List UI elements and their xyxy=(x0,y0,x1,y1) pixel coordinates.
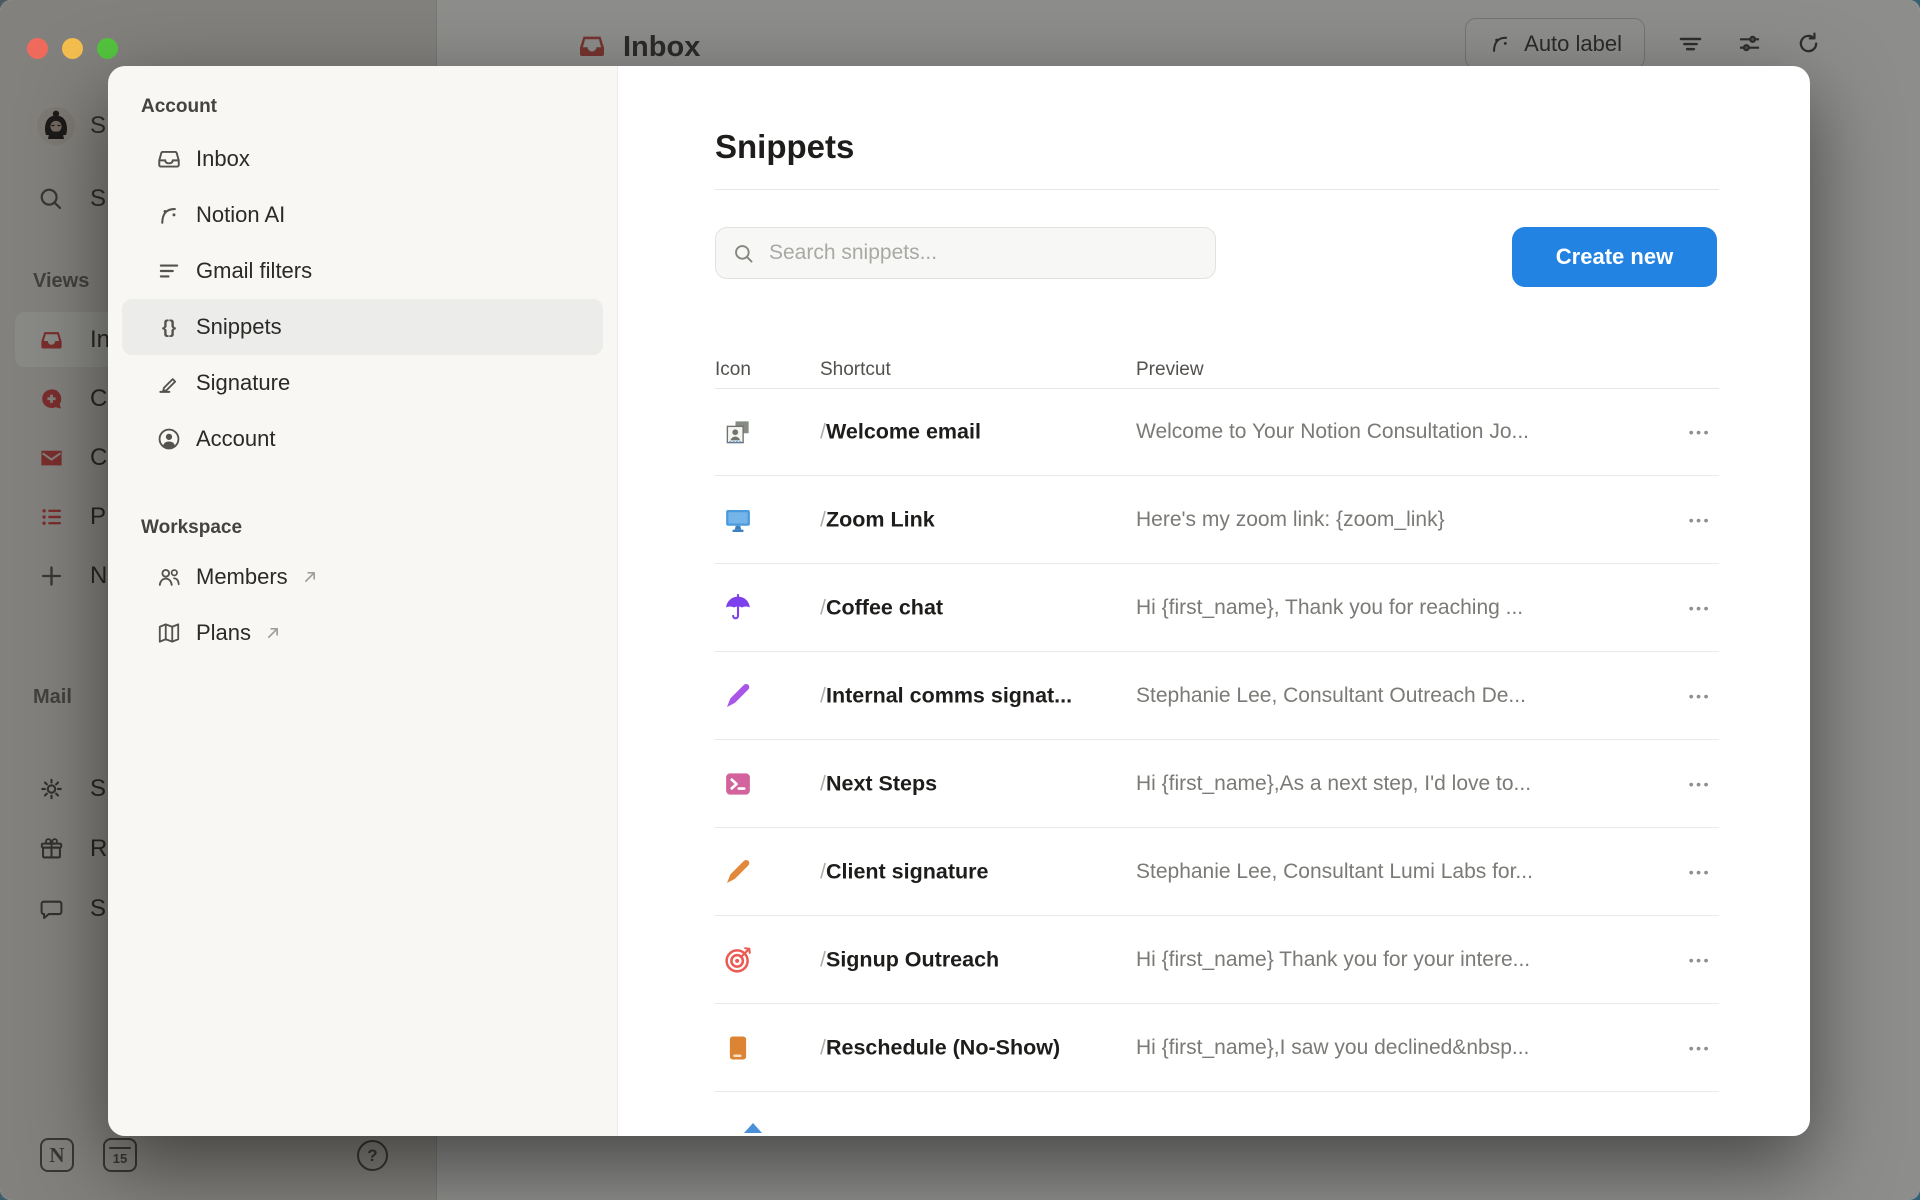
shortcut-name: Reschedule (No-Show) xyxy=(826,1035,1060,1059)
shortcut-name: Signup Outreach xyxy=(826,947,999,971)
settings-nav-item[interactable]: Account xyxy=(122,411,603,467)
snippet-shortcut: /Signup Outreach xyxy=(820,947,999,972)
external-link-icon xyxy=(300,567,320,587)
snippets-title: Snippets xyxy=(715,128,854,166)
snippet-more-button[interactable]: ••• xyxy=(1685,860,1715,884)
nav-item-label: Plans xyxy=(196,620,251,646)
snippets-table: /Welcome email Welcome to Your Notion Co… xyxy=(715,388,1719,1092)
nav-item-icon xyxy=(156,620,182,646)
settings-sidebar: Account Inbox Notion AI Gmai xyxy=(108,66,618,1136)
shortcut-name: Client signature xyxy=(826,859,988,883)
snippet-shortcut: /Zoom Link xyxy=(820,507,935,532)
workspace-section-heading: Workspace xyxy=(141,517,603,539)
snippet-preview: Stephanie Lee, Consultant Lumi Labs for.… xyxy=(1136,860,1533,884)
snippet-preview: Hi {first_name},I saw you declined&nbsp.… xyxy=(1136,1036,1529,1060)
snippet-icon xyxy=(723,417,753,447)
nav-item-icon xyxy=(156,202,182,228)
snippet-icon xyxy=(723,505,753,535)
snippet-search-input[interactable] xyxy=(767,240,1199,266)
settings-nav-item[interactable]: Notion AI xyxy=(122,187,603,243)
snippet-row[interactable]: /Reschedule (No-Show) Hi {first_name},I … xyxy=(715,1004,1719,1092)
nav-item-icon xyxy=(156,426,182,452)
snippet-icon xyxy=(723,769,753,799)
snippet-row[interactable]: /Coffee chat Hi {first_name}, Thank you … xyxy=(715,564,1719,652)
snippet-shortcut: /Reschedule (No-Show) xyxy=(820,1035,1060,1060)
nav-item-label: Notion AI xyxy=(196,202,285,228)
snippet-more-button[interactable]: ••• xyxy=(1685,684,1715,708)
nav-item-label: Inbox xyxy=(196,146,250,172)
snippet-shortcut: /Welcome email xyxy=(820,419,981,444)
nav-item-label: Signature xyxy=(196,370,290,396)
snippets-panel: Snippets Create new Icon Shortcut Previe… xyxy=(618,66,1810,1136)
shortcut-name: Zoom Link xyxy=(826,507,935,531)
snippet-preview: Hi {first_name},As a next step, I'd love… xyxy=(1136,772,1531,796)
snippet-more-button[interactable]: ••• xyxy=(1685,420,1715,444)
snippet-row[interactable]: /Zoom Link Here's my zoom link: {zoom_li… xyxy=(715,476,1719,564)
snippet-shortcut: /Next Steps xyxy=(820,771,937,796)
snippet-icon xyxy=(723,681,753,711)
account-section-heading: Account xyxy=(141,96,603,118)
nav-item-icon xyxy=(156,314,182,340)
snippet-icon xyxy=(723,1033,753,1063)
shortcut-name: Internal comms signat... xyxy=(826,683,1072,707)
settings-nav-item[interactable]: Inbox xyxy=(122,131,603,187)
settings-nav-item[interactable]: Snippets xyxy=(122,299,603,355)
workspace-nav-list: Members Plans xyxy=(122,549,603,661)
nav-item-icon xyxy=(156,564,182,590)
settings-nav-item[interactable]: Signature xyxy=(122,355,603,411)
nav-item-label: Account xyxy=(196,426,276,452)
snippet-row[interactable]: /Welcome email Welcome to Your Notion Co… xyxy=(715,388,1719,476)
snippet-row[interactable]: /Signup Outreach Hi {first_name} Thank y… xyxy=(715,916,1719,1004)
nav-item-label: Members xyxy=(196,564,288,590)
column-header-preview: Preview xyxy=(1136,359,1204,381)
column-header-icon: Icon xyxy=(715,359,751,381)
window-controls xyxy=(27,38,118,59)
minimize-button[interactable] xyxy=(62,38,83,59)
snippet-more-button[interactable]: ••• xyxy=(1685,596,1715,620)
settings-modal: Account Inbox Notion AI Gmai xyxy=(108,66,1810,1136)
snippet-shortcut: /Coffee chat xyxy=(820,595,943,620)
snippet-preview: Hi {first_name}, Thank you for reaching … xyxy=(1136,596,1523,620)
snippet-more-button[interactable]: ••• xyxy=(1685,1036,1715,1060)
snippet-preview: Here's my zoom link: {zoom_link} xyxy=(1136,508,1445,532)
column-header-shortcut: Shortcut xyxy=(820,359,891,381)
snippet-row[interactable]: /Next Steps Hi {first_name},As a next st… xyxy=(715,740,1719,828)
zoom-button[interactable] xyxy=(97,38,118,59)
settings-nav-item[interactable]: Members xyxy=(122,549,603,605)
snippet-more-button[interactable]: ••• xyxy=(1685,772,1715,796)
nav-item-icon xyxy=(156,370,182,396)
shortcut-name: Coffee chat xyxy=(826,595,943,619)
snippet-more-button[interactable]: ••• xyxy=(1685,948,1715,972)
nav-item-label: Snippets xyxy=(196,314,282,340)
snippet-preview: Welcome to Your Notion Consultation Jo..… xyxy=(1136,420,1529,444)
settings-nav-item[interactable]: Plans xyxy=(122,605,603,661)
snippet-row[interactable]: /Client signature Stephanie Lee, Consult… xyxy=(715,828,1719,916)
shortcut-name: Next Steps xyxy=(826,771,937,795)
nav-item-icon xyxy=(156,146,182,172)
account-nav-list: Inbox Notion AI Gmail filters xyxy=(122,131,603,467)
snippet-row[interactable]: /Internal comms signat... Stephanie Lee,… xyxy=(715,652,1719,740)
snippet-preview: Hi {first_name} Thank you for your inter… xyxy=(1136,948,1530,972)
snippet-icon xyxy=(723,593,753,623)
title-divider xyxy=(715,189,1719,190)
external-link-icon xyxy=(263,623,283,643)
snippet-shortcut: /Client signature xyxy=(820,859,988,884)
nav-item-label: Gmail filters xyxy=(196,258,312,284)
app-window: S S Views In C C P xyxy=(0,0,1920,1200)
close-button[interactable] xyxy=(27,38,48,59)
shortcut-name: Welcome email xyxy=(826,419,981,443)
snippet-search[interactable] xyxy=(715,227,1216,279)
snippet-shortcut: /Internal comms signat... xyxy=(820,683,1072,708)
create-new-button[interactable]: Create new xyxy=(1512,227,1717,287)
snippet-icon xyxy=(723,857,753,887)
settings-nav-item[interactable]: Gmail filters xyxy=(122,243,603,299)
nav-item-icon xyxy=(156,258,182,284)
snippet-preview: Stephanie Lee, Consultant Outreach De... xyxy=(1136,684,1526,708)
partial-next-row-icon xyxy=(744,1123,762,1133)
search-icon xyxy=(732,242,755,265)
snippet-icon xyxy=(723,945,753,975)
desktop: S S Views In C C P xyxy=(0,0,1920,1200)
snippet-more-button[interactable]: ••• xyxy=(1685,508,1715,532)
